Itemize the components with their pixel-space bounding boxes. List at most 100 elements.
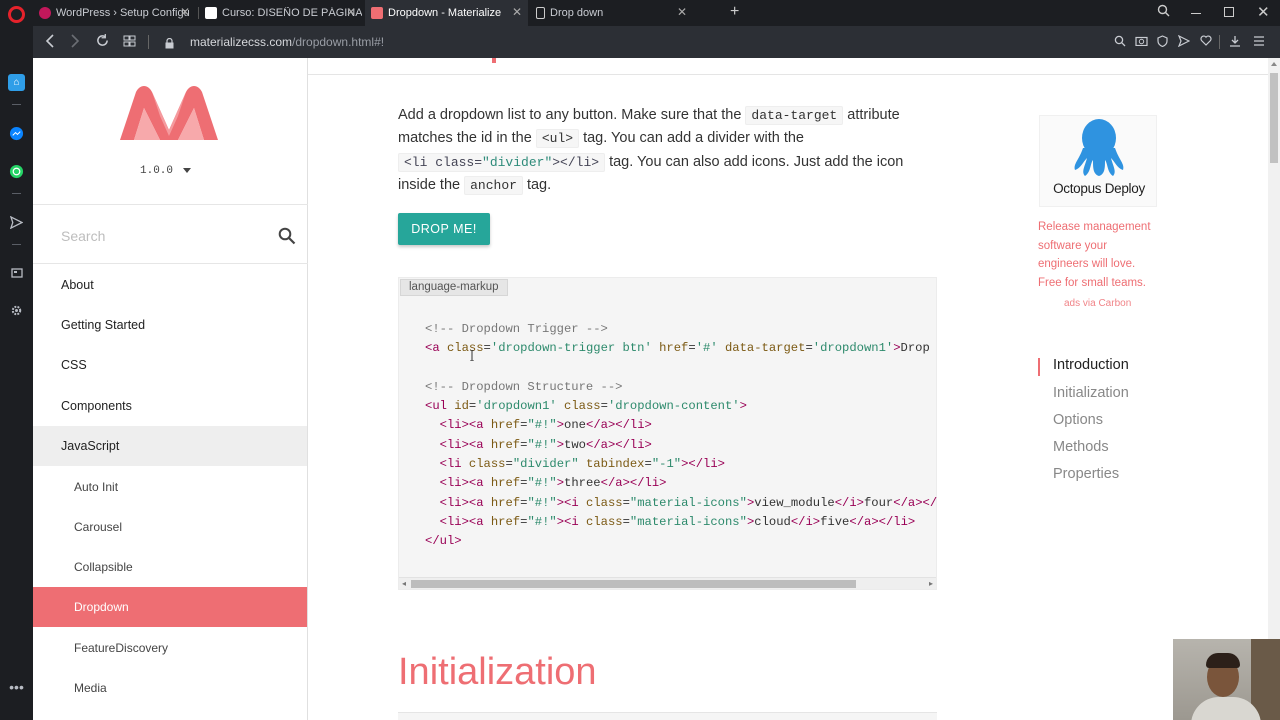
new-tab-button[interactable]: + (730, 3, 739, 21)
tab-wordpress[interactable]: WordPress › Setup Configu ✕ (33, 0, 196, 26)
more-icon[interactable]: ••• (8, 678, 25, 695)
search-input[interactable]: Search (61, 228, 105, 244)
messenger-icon[interactable] (8, 125, 25, 142)
nav-item-media[interactable]: Media (33, 668, 307, 708)
divider (12, 104, 21, 105)
drop-me-button[interactable]: DROP ME! (398, 213, 490, 245)
code-block[interactable]: language-markup <!-- Dropdown Trigger --… (398, 277, 937, 590)
toc-item-initialization[interactable]: Initialization (1053, 385, 1129, 401)
nav-item-getting-started[interactable]: Getting Started (33, 305, 307, 345)
minimize-button[interactable] (1191, 13, 1201, 14)
lock-icon[interactable] (165, 36, 174, 49)
shield-icon[interactable] (1157, 35, 1168, 50)
opera-logo-icon[interactable] (8, 6, 25, 23)
page-header-edge (308, 58, 1268, 75)
language-tag: language-markup (400, 279, 508, 296)
settings-icon[interactable] (8, 302, 25, 319)
nav-item-collapsible[interactable]: Collapsible (33, 547, 307, 587)
tab-dropdown-materialize[interactable]: Dropdown - Materialize ✕ (365, 0, 528, 26)
nav-item-javascript[interactable]: JavaScript (33, 426, 307, 466)
close-window-button[interactable]: ✕ (1257, 3, 1270, 21)
scrollbar-thumb[interactable] (411, 580, 856, 588)
camera-icon[interactable] (1135, 35, 1148, 49)
nav-item-css[interactable]: CSS (33, 345, 307, 385)
inline-code: data-target (745, 106, 844, 125)
ad-text[interactable]: Release management software your enginee… (1038, 218, 1160, 292)
tab-strip: WordPress › Setup Configu ✕ Curso: DISEÑO… (33, 0, 1280, 26)
code-content: <!-- Dropdown Trigger --> <a class='drop… (425, 322, 937, 549)
webcam-person-hair (1206, 653, 1240, 668)
nav-item-feature-discovery[interactable]: FeatureDiscovery (33, 628, 307, 668)
menu-icon[interactable] (1253, 35, 1265, 50)
wordpress-favicon-icon (39, 7, 51, 19)
shield-favicon-icon (205, 7, 217, 19)
ad-brand-name: Octopus Deploy (1053, 181, 1145, 196)
scrollbar-thumb[interactable] (1270, 73, 1278, 163)
divider (12, 193, 21, 194)
chevron-down-icon[interactable] (183, 168, 191, 173)
search-tabs-icon[interactable] (1157, 4, 1170, 20)
back-icon[interactable] (45, 34, 55, 51)
home-icon[interactable]: ⌂ (8, 74, 25, 91)
toc-item-properties[interactable]: Properties (1053, 466, 1119, 482)
send-icon[interactable] (8, 214, 25, 231)
news-icon[interactable] (8, 264, 25, 281)
octopus-logo-icon (1071, 118, 1127, 185)
materialize-favicon-icon (371, 7, 383, 19)
reload-icon[interactable] (96, 34, 109, 50)
tab-label: WordPress › Setup Configu (56, 7, 190, 19)
scroll-left-icon[interactable]: ◂ (402, 578, 406, 590)
ad-card[interactable]: Octopus Deploy (1039, 115, 1157, 207)
inline-code: anchor (464, 176, 523, 196)
close-tab-icon[interactable]: ✕ (512, 6, 522, 18)
nav-item-carousel[interactable]: Carousel (33, 507, 307, 547)
toc-item-introduction[interactable]: Introduction (1053, 357, 1129, 373)
search-page-icon[interactable] (1114, 35, 1126, 50)
nav-item-about[interactable]: About (33, 265, 307, 305)
side-navigation: 1.0.0 Search About Getting Started CSS C… (33, 58, 308, 720)
web-page: 1.0.0 Search About Getting Started CSS C… (33, 58, 1280, 720)
url-path: /dropdown.html#! (292, 35, 385, 49)
nav-item-auto-init[interactable]: Auto Init (33, 467, 307, 507)
toc-active-indicator (1038, 358, 1040, 376)
tab-curso[interactable]: Curso: DISEÑO DE PÁGINA… ✕ (199, 0, 362, 26)
divider (148, 35, 149, 49)
tab-label: Drop down (550, 7, 604, 19)
send-icon[interactable] (1177, 34, 1191, 50)
url-field[interactable]: materializecss.com/dropdown.html#! (190, 35, 384, 49)
heart-icon[interactable] (1200, 35, 1212, 49)
close-tab-icon[interactable]: ✕ (180, 6, 190, 18)
tabs-grid-icon[interactable] (123, 34, 136, 50)
desc-text: tag. You can add a divider with the (583, 130, 804, 147)
code-block (398, 712, 937, 720)
close-tab-icon[interactable]: ✕ (346, 6, 356, 18)
tab-drop-down[interactable]: Drop down ✕ (530, 0, 693, 26)
nav-item-dropdown[interactable]: Dropdown (33, 587, 307, 627)
download-icon[interactable] (1229, 35, 1241, 50)
scroll-up-icon[interactable] (1271, 62, 1277, 66)
materialize-logo-icon[interactable] (118, 86, 220, 147)
close-tab-icon[interactable]: ✕ (677, 6, 687, 18)
search-icon[interactable] (278, 227, 296, 250)
tab-label: Dropdown - Materialize (388, 7, 502, 19)
version-select[interactable]: 1.0.0 (140, 165, 173, 177)
address-bar: materializecss.com/dropdown.html#! (33, 26, 1280, 58)
vertical-scrollbar[interactable] (1268, 58, 1280, 720)
search-row: Search (33, 206, 308, 264)
browser-sidebar: ⌂ ••• (0, 0, 33, 720)
inline-code: <ul> (535, 129, 580, 149)
ad-attribution-link[interactable]: ads via Carbon (1064, 298, 1131, 309)
toc-item-methods[interactable]: Methods (1053, 439, 1109, 455)
horizontal-scrollbar[interactable]: ◂ ▸ (399, 577, 936, 589)
forward-icon[interactable] (70, 34, 80, 51)
toc-item-options[interactable]: Options (1053, 412, 1103, 428)
webcam-overlay (1173, 639, 1280, 720)
intro-paragraph: Add a dropdown list to any button. Make … (398, 104, 943, 198)
whatsapp-icon[interactable] (8, 163, 25, 180)
restore-button[interactable] (1224, 7, 1234, 17)
divider (12, 244, 21, 245)
section-heading-initialization: Initialization (398, 651, 597, 693)
scroll-right-icon[interactable]: ▸ (929, 578, 933, 590)
inline-code-divider: <li class="divider"></li> (398, 152, 606, 172)
nav-item-components[interactable]: Components (33, 386, 307, 426)
